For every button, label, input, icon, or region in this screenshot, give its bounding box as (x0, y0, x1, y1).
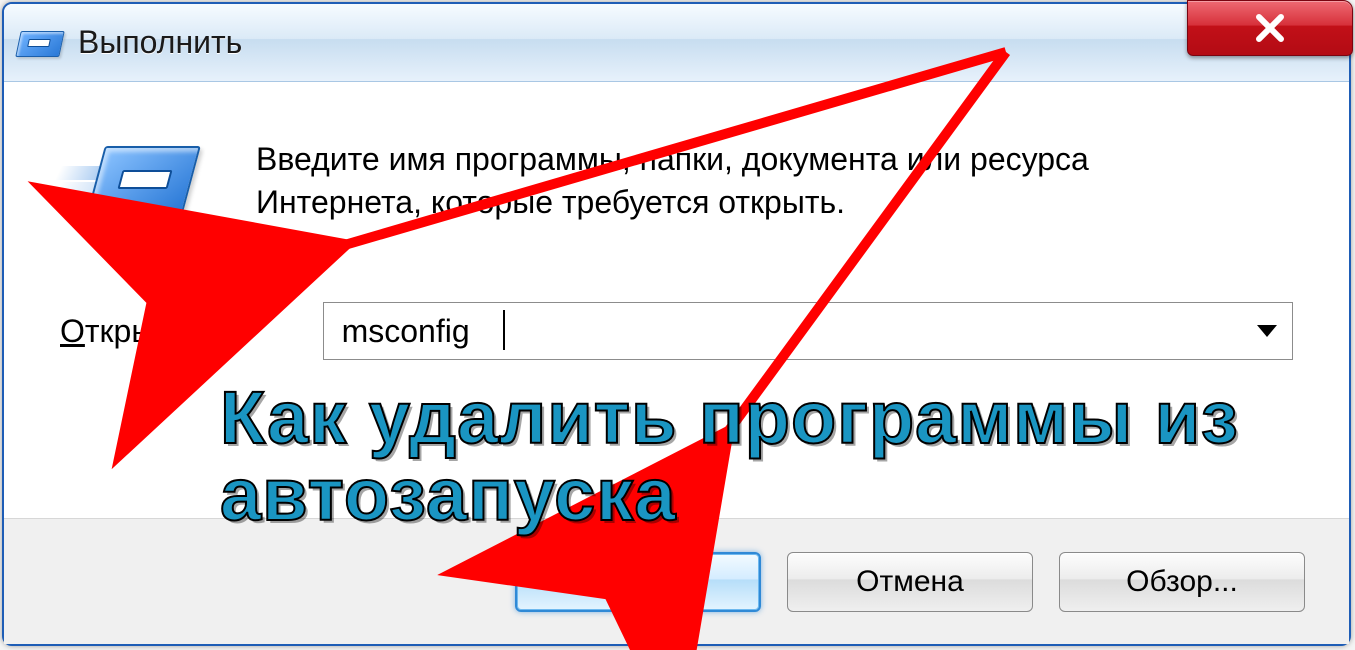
open-row: Открыть: (60, 302, 1293, 360)
window-title: Выполнить (78, 24, 242, 61)
text-cursor (503, 310, 505, 350)
ok-button[interactable]: ОК (515, 552, 761, 612)
open-label: Открыть: (60, 313, 195, 350)
title-bar: Выполнить (4, 4, 1349, 82)
info-text: Введите имя программы, папки, документа … (256, 138, 1216, 224)
open-input[interactable] (323, 302, 1293, 360)
open-label-mnemonic: О (60, 313, 85, 349)
open-label-rest: ткрыть: (85, 313, 195, 349)
info-row: Введите имя программы, папки, документа … (60, 138, 1293, 228)
open-combobox[interactable] (323, 302, 1293, 360)
run-dialog-window: Выполнить Введите имя программы, папки, … (2, 2, 1351, 646)
cancel-button[interactable]: Отмена (787, 552, 1033, 612)
run-icon (18, 25, 60, 61)
dialog-body: Введите имя программы, папки, документа … (4, 82, 1349, 644)
chevron-down-icon[interactable] (1257, 325, 1277, 337)
browse-button[interactable]: Обзор... (1059, 552, 1305, 612)
button-panel: ОК Отмена Обзор... (4, 518, 1349, 644)
close-button[interactable] (1187, 0, 1353, 56)
run-icon-large (60, 142, 190, 228)
close-icon (1250, 8, 1290, 48)
